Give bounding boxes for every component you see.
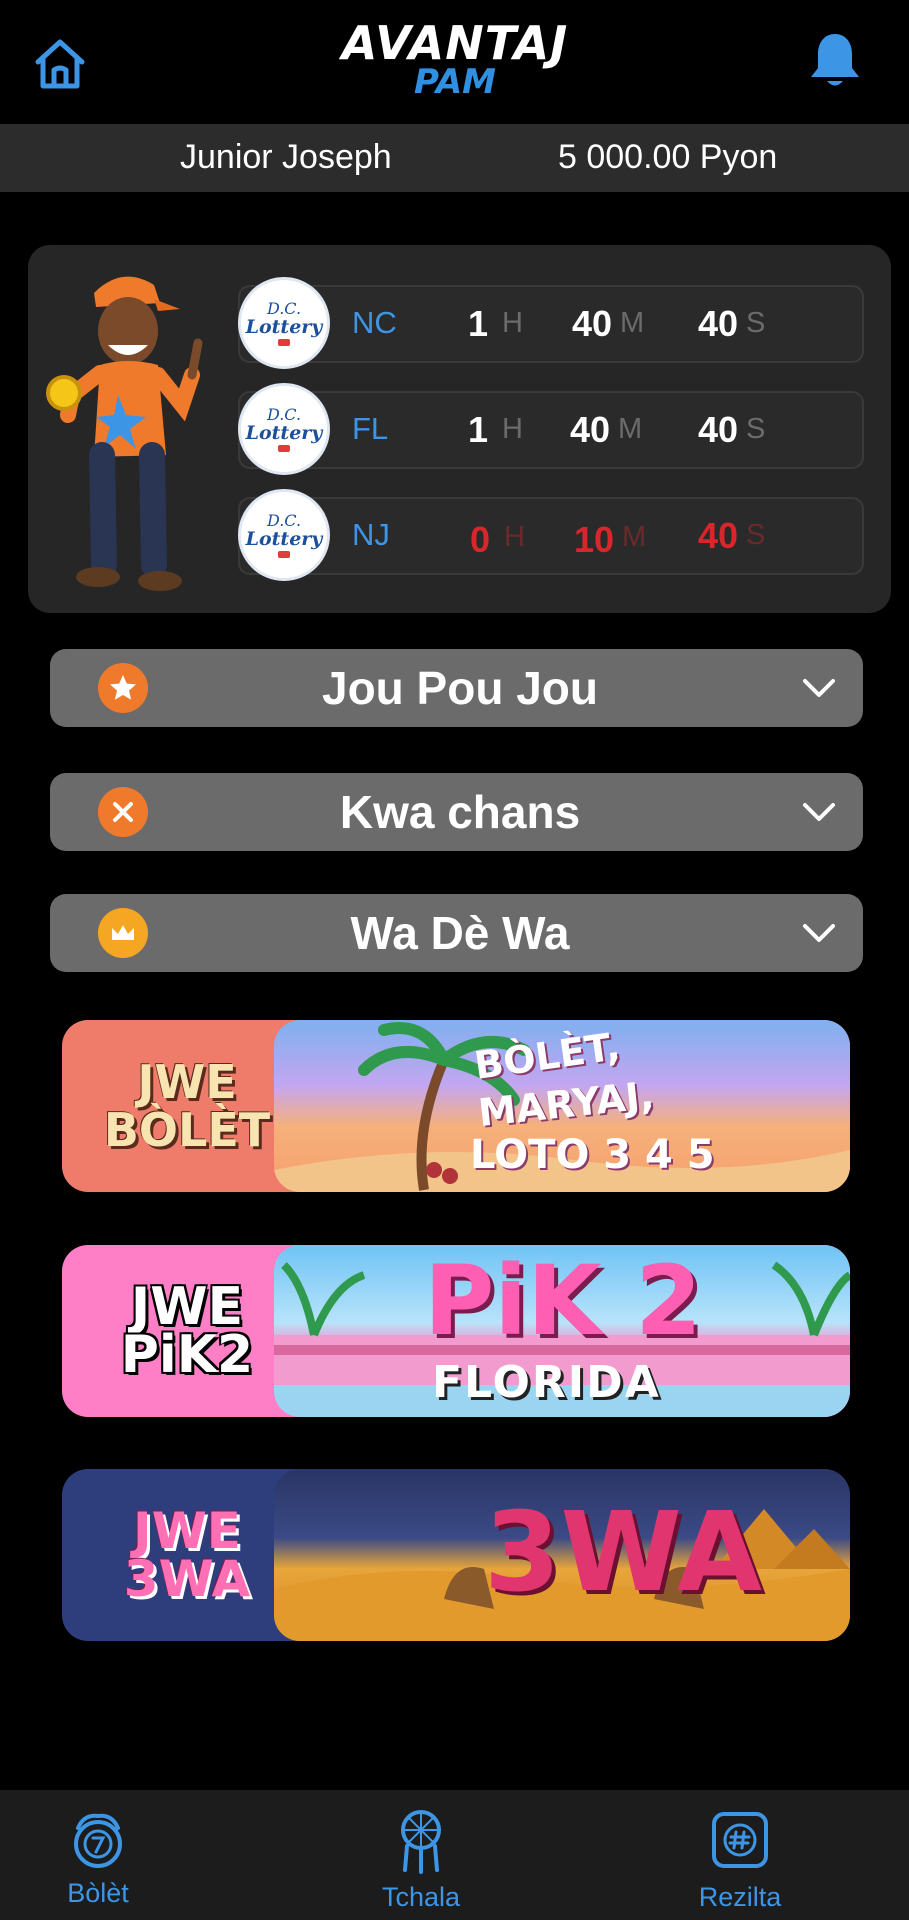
nav-item-bolet[interactable]: Bòlèt (0, 1790, 198, 1920)
seconds-unit: S (746, 519, 766, 551)
countdown-row-fl: D.C. Lottery FL 1 H 40 M 40 S (238, 383, 864, 475)
banner-jwe-pik2[interactable]: JWE PiK2 PiK 2 FLORIDA (62, 1245, 850, 1417)
banner-tag-line2: PiK2 (120, 1325, 254, 1385)
app-logo: AVANTAJ PAM (340, 18, 570, 110)
banner-art-line2: FLORIDA (432, 1357, 661, 1408)
banner-tag-line1: JWE (137, 1055, 237, 1109)
nav-label: Rezilta (698, 1882, 782, 1912)
dreamcatcher-icon (387, 1806, 455, 1874)
nav-label: Bòlèt (67, 1878, 129, 1908)
chevron-down-icon (801, 673, 837, 703)
lottery-badge-word: Lottery (245, 421, 323, 444)
seconds-value: 40 (698, 515, 739, 556)
user-name: Junior Joseph (180, 138, 392, 176)
nav-item-tchala[interactable]: Tchala (321, 1790, 521, 1920)
star-icon (98, 663, 148, 713)
x-icon (98, 787, 148, 837)
state-code: FL (352, 411, 389, 446)
seconds-unit: S (746, 413, 766, 445)
state-code: NJ (352, 517, 390, 552)
chevron-down-icon (801, 797, 837, 827)
hours-unit: H (502, 413, 523, 445)
hours-unit: H (502, 307, 523, 339)
hours-unit: H (504, 521, 525, 553)
crown-icon (98, 908, 148, 958)
seconds-unit: S (746, 307, 766, 339)
accordion-wa-de-wa[interactable]: Wa Dè Wa (50, 894, 863, 972)
banner-tag-line1: JWE (130, 1277, 244, 1337)
banner-art-line3: LOTO 3 4 5 (470, 1132, 715, 1178)
dc-lottery-logo: D.C. Lottery (238, 277, 330, 369)
lottery-badge-word: Lottery (245, 527, 323, 550)
lottery-badge-top: D.C. (266, 298, 302, 318)
banner-illustration-beach: BÒLÈT, MARYAJ, LOTO 3 4 5 (274, 1020, 850, 1192)
accordion-label: Jou Pou Jou (322, 662, 598, 714)
banner-tag-line2: 3WA (123, 1550, 251, 1608)
minutes-unit: M (620, 307, 645, 339)
bell-icon[interactable] (802, 28, 868, 94)
user-balance: 5 000.00 Pyon (558, 138, 778, 176)
bottom-navigation: Bòlèt Tchala Rezilta (0, 1790, 909, 1920)
countdown-row-nj: D.C. Lottery NJ 0 H 10 M 40 S (238, 489, 864, 581)
banner-tag-line2: BÒLÈT (103, 1103, 271, 1157)
dc-lottery-logo: D.C. Lottery (238, 383, 330, 475)
minutes-value: 40 (572, 303, 613, 344)
minutes-value: 10 (574, 519, 615, 560)
accordion-label: Wa Dè Wa (350, 907, 570, 959)
banner-illustration-florida: PiK 2 FLORIDA (274, 1245, 850, 1417)
hours-value: 1 (468, 303, 489, 344)
mascot-illustration (42, 265, 222, 595)
home-icon[interactable] (30, 34, 90, 94)
minutes-value: 40 (570, 409, 611, 450)
seconds-value: 40 (698, 409, 739, 450)
nav-label: Tchala (381, 1882, 461, 1912)
countdown-row-nc: D.C. Lottery NC 1 H 40 M 40 S (238, 277, 864, 369)
accordion-label: Kwa chans (339, 786, 581, 838)
logo-main-text: AVANTAJ (341, 16, 569, 70)
app-header: AVANTAJ PAM (0, 0, 909, 124)
lottery-badge-top: D.C. (266, 404, 302, 424)
banner-tag-line1: JWE (133, 1502, 241, 1560)
lottery-ball-icon (64, 1806, 132, 1874)
minutes-unit: M (622, 521, 647, 553)
banner-illustration-desert: 3WA (274, 1469, 850, 1641)
hours-value: 0 (470, 519, 491, 560)
accordion-jou-pou-jou[interactable]: Jou Pou Jou (50, 649, 863, 727)
nav-item-rezilta[interactable]: Rezilta (640, 1790, 840, 1920)
draw-countdown-card: D.C. Lottery NC 1 H 40 M 40 S D.C. Lotte… (28, 245, 891, 613)
dc-lottery-logo: D.C. Lottery (238, 489, 330, 581)
chevron-down-icon (801, 918, 837, 948)
banner-jwe-bolet[interactable]: JWE BÒLÈT BÒLÈT, MARYAJ, LOTO 3 4 5 (62, 1020, 850, 1192)
accordion-kwa-chans[interactable]: Kwa chans (50, 773, 863, 851)
user-info-bar: Junior Joseph 5 000.00 Pyon (0, 124, 909, 192)
seconds-value: 40 (698, 303, 739, 344)
banner-art-line1: PiK 2 (424, 1245, 702, 1357)
banner-art-line1: 3WA (484, 1488, 763, 1616)
state-code: NC (352, 305, 397, 340)
lottery-badge-top: D.C. (266, 510, 302, 530)
hours-value: 1 (468, 409, 489, 450)
lottery-badge-word: Lottery (245, 315, 323, 338)
results-icon (706, 1806, 774, 1874)
minutes-unit: M (618, 413, 643, 445)
banner-jwe-3wa[interactable]: JWE 3WA 3WA (62, 1469, 850, 1641)
